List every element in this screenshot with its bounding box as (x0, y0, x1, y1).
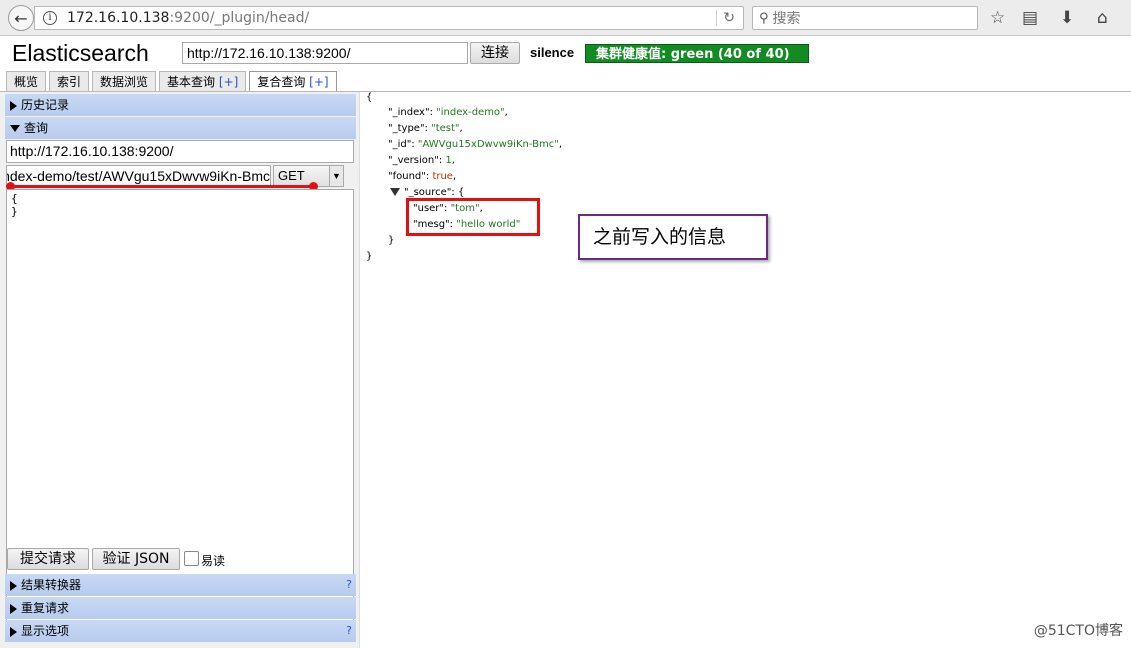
json-row-id: "_id": "AWVgu15xDwvw9iKn-Bmc", (388, 139, 562, 150)
cluster-url-input[interactable]: http://172.16.10.138:9200/ (182, 42, 468, 64)
address-bar[interactable]: i 172.16.10.138:9200/_plugin/head/ ↻ (34, 6, 744, 30)
query-base-url-input[interactable]: http://172.16.10.138:9200/ (6, 140, 354, 163)
json-brace-inner-close: } (388, 235, 395, 246)
query-section-header[interactable]: 查询 (5, 117, 356, 139)
reading-list-icon[interactable]: ▤ (1022, 8, 1038, 28)
query-path-input[interactable]: index-demo/test/AWVgu15xDwvw9iKn-Bmc (6, 165, 271, 187)
json-brace-close: } (366, 251, 373, 262)
cluster-name: silence (530, 45, 575, 60)
result-transformer-header[interactable]: 结果转换器 ? (5, 574, 356, 596)
download-icon[interactable]: ⬇ (1060, 8, 1074, 28)
dropdown-arrow-icon: ▼ (329, 166, 343, 186)
tab-browser[interactable]: 数据浏览 (92, 71, 157, 92)
main-tabs: 概览 索引 数据浏览 基本查询 [+] 复合查询 [+] (6, 71, 340, 92)
display-options-header[interactable]: 显示选项 ? (5, 620, 356, 642)
watermark: @51CTO博客 (1033, 623, 1123, 639)
history-section-header[interactable]: 历史记录 (5, 94, 356, 116)
search-placeholder: 搜索 (772, 11, 801, 27)
browser-search-box[interactable]: ⚲ 搜索 (752, 6, 978, 30)
pretty-checkbox[interactable] (184, 551, 199, 566)
submit-request-button[interactable]: 提交请求 (7, 548, 89, 570)
address-text: 172.16.10.138:9200/_plugin/head/ (67, 10, 310, 26)
json-row-type: "_type": "test", (388, 123, 463, 134)
validate-json-button[interactable]: 验证 JSON (92, 548, 180, 570)
search-icon: ⚲ (759, 10, 769, 26)
home-icon[interactable]: ⌂ (1097, 8, 1108, 28)
cluster-health-badge: 集群健康值: green (40 of 40) (585, 44, 809, 63)
reload-icon[interactable]: ↻ (716, 10, 735, 26)
collapse-triangle-icon (10, 125, 20, 132)
collapse-toggle-icon[interactable] (390, 188, 400, 196)
back-arrow-icon: ← (14, 8, 28, 28)
tab-indices[interactable]: 索引 (49, 71, 90, 92)
tab-any-request[interactable]: 复合查询 [+] (249, 71, 337, 92)
json-row-found: "found": true, (388, 171, 457, 182)
help-icon[interactable]: ? (346, 620, 352, 642)
browser-toolbar: ← i 172.16.10.138:9200/_plugin/head/ ↻ ⚲… (0, 0, 1131, 36)
repeat-request-header[interactable]: 重复请求 (5, 597, 356, 619)
query-panel: 历史记录 查询 http://172.16.10.138:9200/ index… (0, 92, 360, 648)
json-brace-open: { (366, 92, 373, 103)
expand-triangle-icon (10, 580, 17, 591)
tab-overview[interactable]: 概览 (6, 71, 47, 92)
info-icon[interactable]: i (43, 11, 57, 25)
back-button[interactable]: ← (8, 5, 34, 31)
connect-button[interactable]: 连接 (470, 42, 520, 64)
json-row-index: "_index": "index-demo", (388, 107, 508, 118)
json-row-version: "_version": 1, (388, 155, 455, 166)
app-title: Elasticsearch (12, 40, 149, 66)
annotation-underline (10, 185, 314, 188)
annotation-callout: 之前写入的信息 (578, 214, 768, 260)
expand-triangle-icon (10, 100, 17, 111)
expand-triangle-icon (10, 626, 17, 637)
pretty-checkbox-label: 易读 (201, 554, 226, 568)
annotation-highlight-box (406, 198, 540, 236)
expand-triangle-icon (10, 603, 17, 614)
help-icon[interactable]: ? (346, 574, 352, 596)
tab-structured-query[interactable]: 基本查询 [+] (159, 71, 247, 92)
bookmark-star-icon[interactable]: ☆ (990, 8, 1005, 28)
